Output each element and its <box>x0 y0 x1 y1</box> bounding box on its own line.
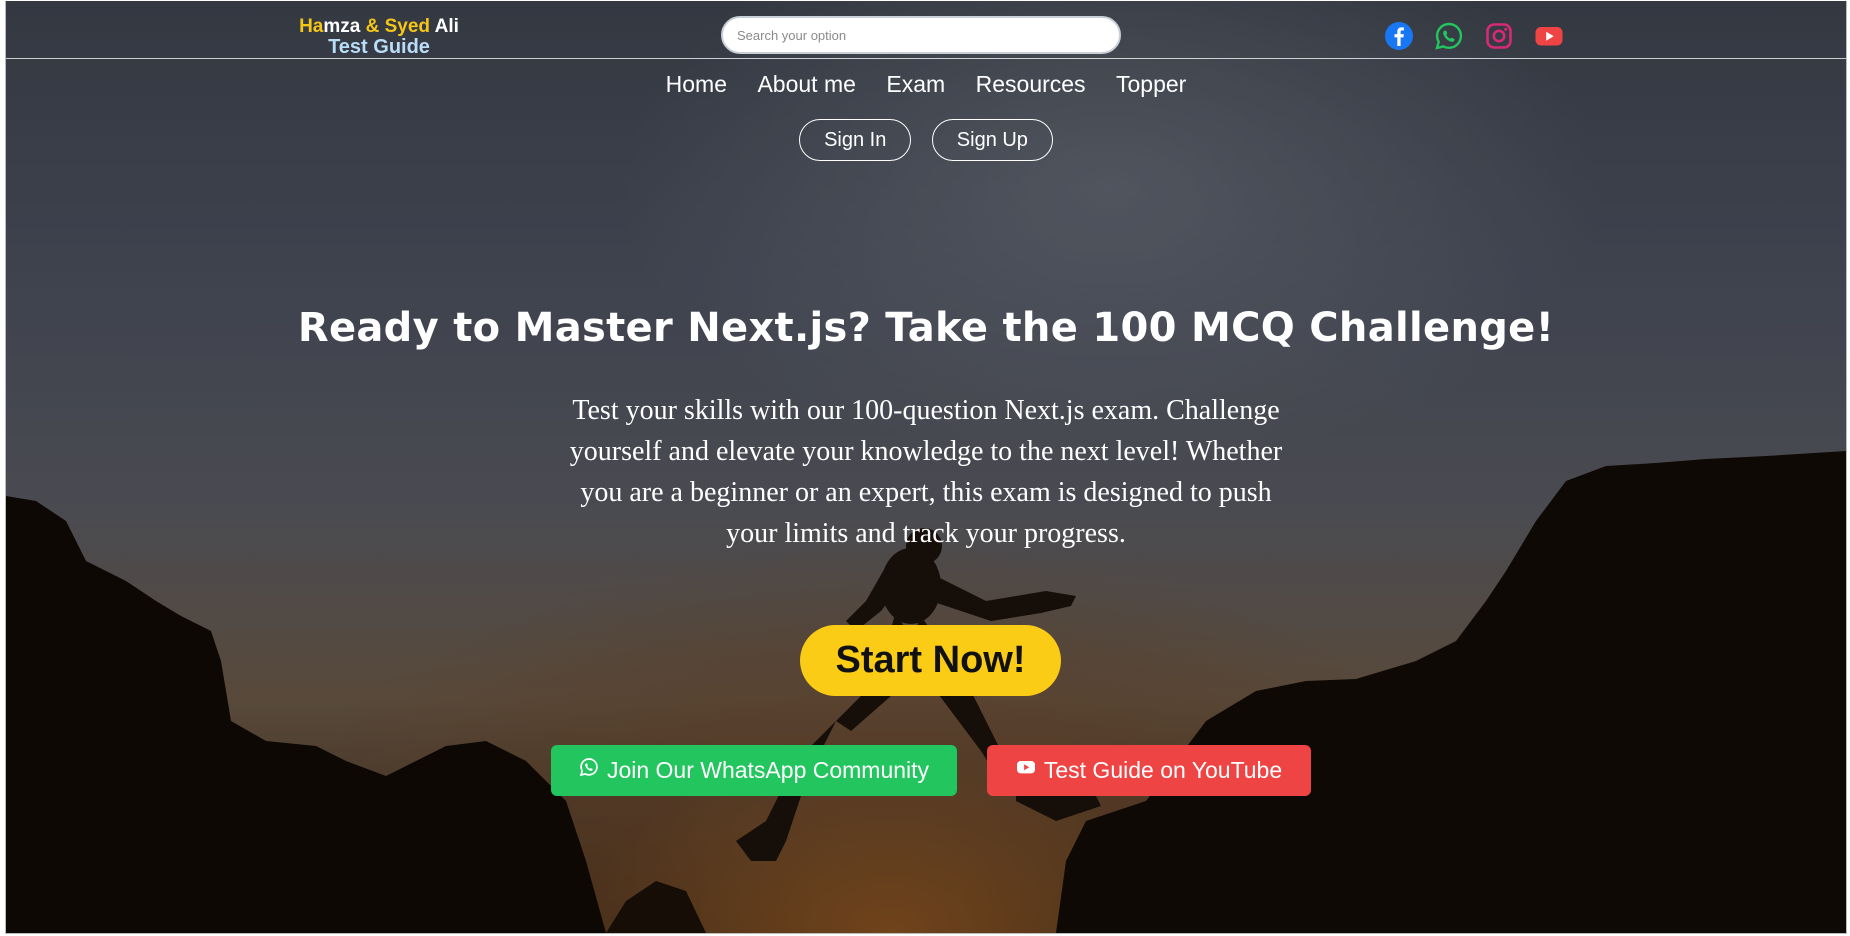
hero-section: Hamza & Syed Ali Test Guide Search your … <box>5 1 1847 934</box>
search-input[interactable] <box>721 16 1121 54</box>
top-header: Hamza & Syed Ali Test Guide <box>6 1 1846 59</box>
youtube-icon[interactable] <box>1534 21 1564 51</box>
auth-buttons: Sign In Sign Up <box>6 119 1846 161</box>
brand-name-mza: mza <box>323 16 361 37</box>
nav-link-home[interactable]: Home <box>666 71 727 98</box>
main-nav: Home About me Exam Resources Topper <box>6 71 1846 98</box>
join-whatsapp-button[interactable]: Join Our WhatsApp Community <box>551 745 957 796</box>
brand-name-ali: Ali <box>434 16 459 37</box>
youtube-channel-button[interactable]: Test Guide on YouTube <box>987 745 1311 796</box>
sign-up-button[interactable]: Sign Up <box>931 119 1053 161</box>
brand-name-ha: Ha <box>299 16 324 37</box>
nav-link-resources[interactable]: Resources <box>976 71 1086 98</box>
youtube-channel-label: Test Guide on YouTube <box>1043 757 1283 783</box>
whatsapp-icon[interactable] <box>1434 21 1464 51</box>
facebook-icon[interactable] <box>1384 21 1414 51</box>
youtube-icon <box>1016 744 1036 795</box>
whatsapp-icon <box>579 744 599 795</box>
hero-headline: Ready to Master Next.js? Take the 100 MC… <box>297 305 1555 351</box>
nav-link-about-me[interactable]: About me <box>757 71 855 98</box>
brand-logo[interactable]: Hamza & Syed Ali Test Guide <box>284 16 474 58</box>
start-now-button[interactable]: Start Now! <box>800 625 1061 696</box>
sign-in-button[interactable]: Sign In <box>799 119 912 161</box>
join-whatsapp-label: Join Our WhatsApp Community <box>606 757 930 783</box>
brand-name-syed: & Syed <box>365 16 431 37</box>
instagram-icon[interactable] <box>1484 21 1514 51</box>
nav-link-exam[interactable]: Exam <box>886 71 945 98</box>
brand-logo-line1: Hamza & Syed Ali <box>284 16 474 37</box>
nav-link-topper[interactable]: Topper <box>1116 71 1186 98</box>
hero-description: Test your skills with our 100-question N… <box>569 395 1283 549</box>
brand-logo-line2: Test Guide <box>328 36 430 58</box>
